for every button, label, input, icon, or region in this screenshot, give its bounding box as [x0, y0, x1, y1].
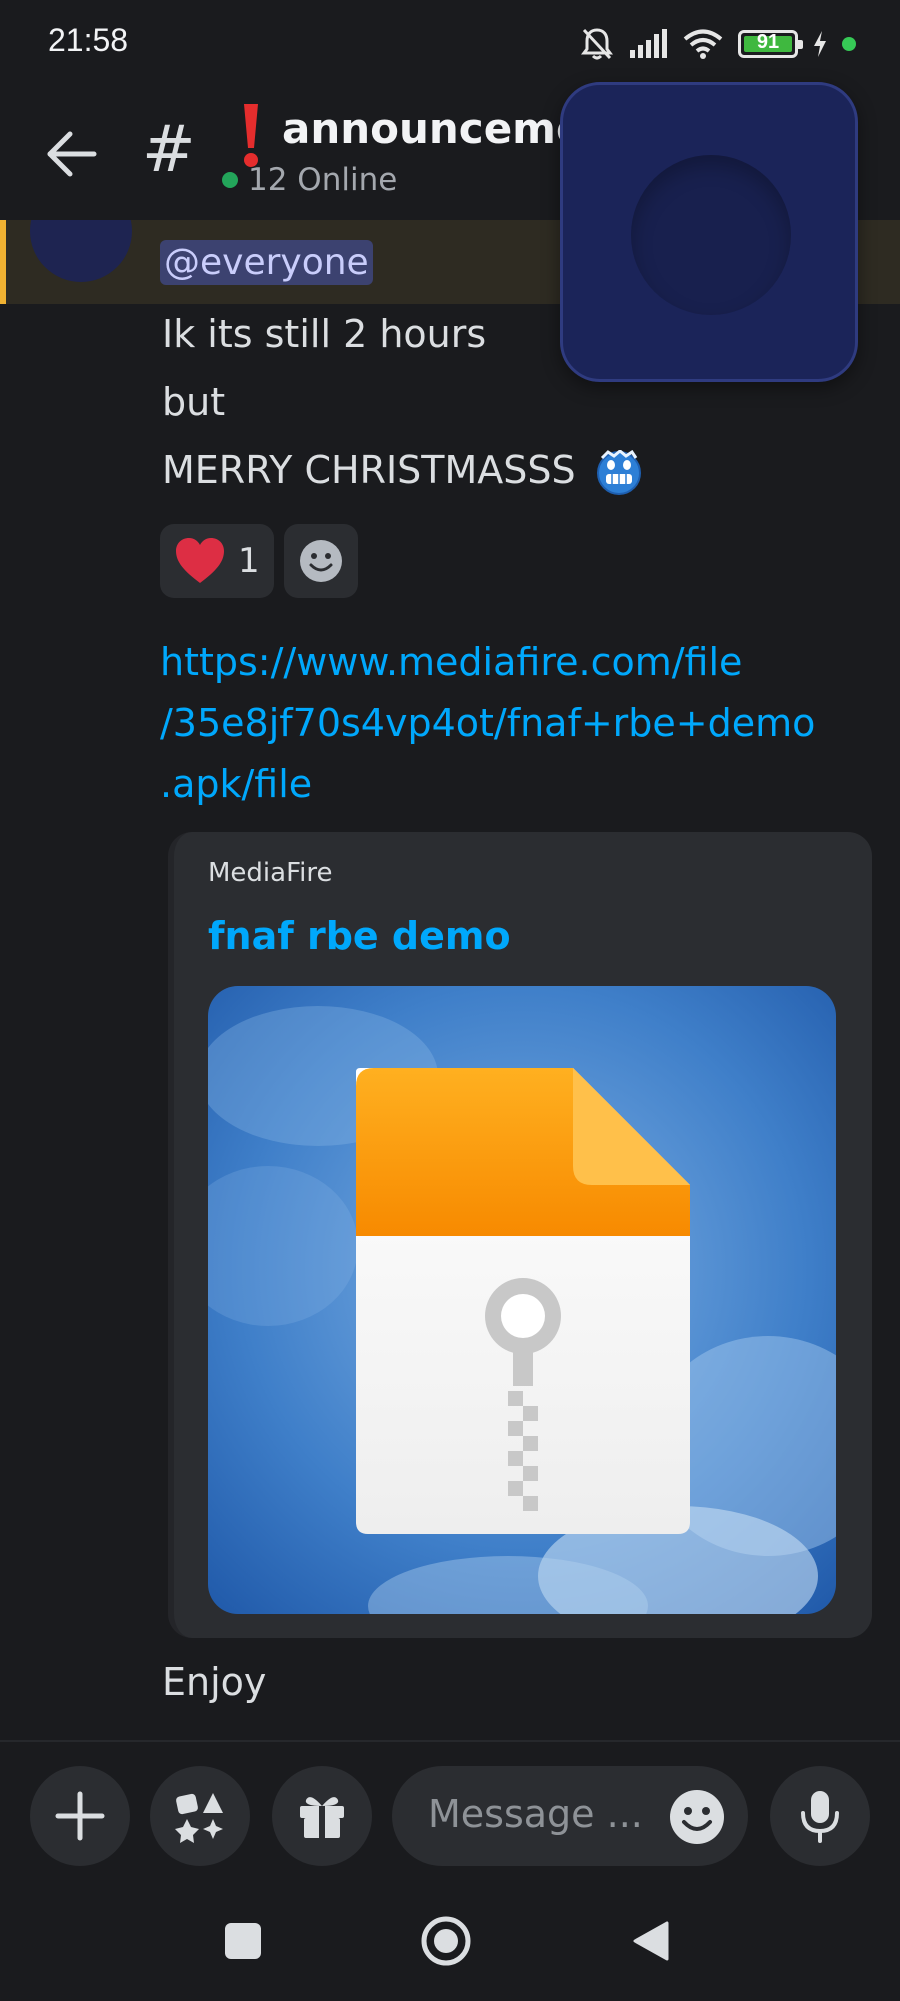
- embed-title[interactable]: fnaf rbe demo: [208, 914, 511, 958]
- battery-level: 91: [756, 31, 780, 53]
- mute-bell-icon: [581, 28, 613, 60]
- link-line: .apk/file: [160, 762, 313, 806]
- reaction-count: 1: [238, 541, 260, 581]
- zip-file-icon: [208, 986, 836, 1614]
- heart-icon: [176, 538, 224, 583]
- home-button[interactable]: [413, 1908, 479, 1974]
- microphone-icon: [801, 1791, 839, 1843]
- status-dot: [842, 37, 856, 51]
- back-button[interactable]: [40, 122, 104, 186]
- battery-icon: 91: [738, 30, 803, 58]
- message-line: Enjoy: [162, 1660, 267, 1704]
- add-attachment-button[interactable]: [30, 1766, 130, 1866]
- signal-icon: [630, 29, 667, 58]
- smile-icon: [299, 540, 342, 582]
- embed-provider[interactable]: MediaFire: [208, 858, 333, 888]
- link-embed: MediaFire fnaf rbe demo: [168, 832, 872, 1638]
- status-bar: 21:58 91: [0, 0, 900, 88]
- gift-icon: [300, 1797, 344, 1838]
- message-input[interactable]: Message ...: [392, 1766, 748, 1866]
- embed-image[interactable]: [208, 986, 836, 1614]
- mediafire-link[interactable]: https://www.mediafire.com/file /35e8jf70…: [160, 632, 820, 815]
- arrow-left-icon: [47, 131, 97, 177]
- link-line: https://www.mediafire.com/file: [160, 640, 743, 684]
- online-status: 12 Online: [222, 162, 397, 198]
- status-icons: 91: [580, 24, 856, 64]
- message-list[interactable]: @everyone Ik its still 2 hours but MERRY…: [0, 220, 900, 1740]
- status-time: 21:58: [48, 22, 129, 58]
- message-line: but: [162, 380, 226, 424]
- wifi-icon: [683, 29, 723, 59]
- plus-icon: [55, 1791, 105, 1841]
- voice-pip-window[interactable]: [560, 82, 858, 382]
- channel-hash-icon: #: [142, 113, 196, 187]
- gift-button[interactable]: [272, 1766, 372, 1866]
- online-dot: [222, 172, 238, 188]
- back-nav-button[interactable]: [618, 1908, 684, 1974]
- home-circle-icon: [421, 1916, 471, 1966]
- message-line: MERRY CHRISTMASSS: [162, 448, 576, 492]
- voice-message-button[interactable]: [770, 1766, 870, 1866]
- message-composer: Message ...: [0, 1740, 900, 1880]
- mention-highlight-bar: [0, 220, 6, 304]
- message-placeholder: Message ...: [428, 1792, 643, 1836]
- online-count: 12 Online: [248, 162, 398, 198]
- reactions: 1: [160, 524, 358, 598]
- recent-apps-button[interactable]: [210, 1908, 276, 1974]
- emoji-picker-icon[interactable]: [668, 1788, 726, 1846]
- add-reaction-button[interactable]: [283, 524, 358, 598]
- system-nav-bar: [0, 1880, 900, 2001]
- square-icon: [225, 1923, 261, 1959]
- apps-button[interactable]: [150, 1766, 250, 1866]
- pip-avatar: [631, 155, 791, 315]
- message-line-with-emoji: MERRY CHRISTMASSS: [162, 448, 642, 496]
- channel-name[interactable]: announceme: [282, 104, 584, 153]
- link-line: /35e8jf70s4vp4ot/fnaf+rbe+demo: [160, 701, 816, 745]
- triangle-back-icon: [633, 1921, 669, 1961]
- apps-icon: [175, 1793, 223, 1843]
- cold-face-emoji-icon: [596, 449, 641, 495]
- reaction-heart[interactable]: 1: [160, 524, 274, 598]
- charging-icon: [814, 31, 826, 57]
- mention-everyone[interactable]: @everyone: [160, 240, 373, 285]
- message-line: Ik its still 2 hours: [162, 312, 487, 356]
